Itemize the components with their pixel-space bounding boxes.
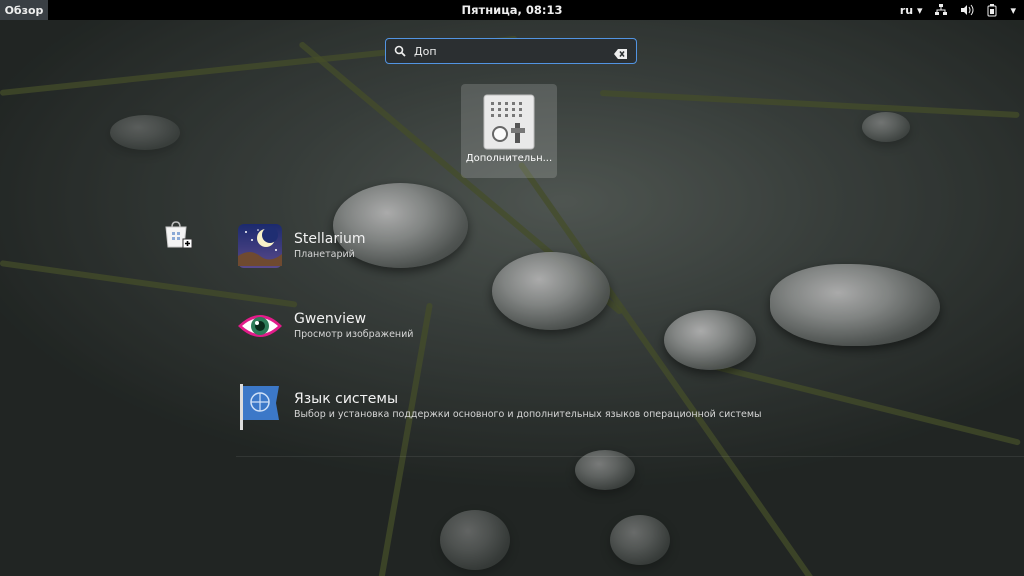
clear-icon[interactable] [614, 45, 628, 64]
result-title: Stellarium [294, 231, 366, 247]
battery-icon[interactable] [986, 3, 998, 17]
result-title: Язык системы [294, 391, 399, 407]
results-divider [236, 456, 1024, 457]
stellarium-icon [236, 222, 284, 270]
volume-icon[interactable] [960, 4, 974, 16]
search-box[interactable] [385, 38, 637, 64]
top-bar: Обзор Пятница, 08:13 ru ▾ ▾ [0, 0, 1024, 20]
settings-tweaks-icon [483, 94, 535, 150]
result-title: Gwenview [294, 311, 367, 327]
app-result-tile[interactable]: Дополнительн... [461, 84, 557, 178]
chevron-down-icon: ▾ [916, 3, 923, 17]
search-result-gwenview[interactable]: Gwenview Просмотр изображений [236, 302, 413, 350]
language-flag-icon [236, 382, 284, 430]
result-description: Выбор и установка поддержки основного и … [294, 409, 762, 420]
search-result-stellarium[interactable]: Stellarium Планетарий [236, 222, 366, 270]
search-icon [394, 42, 408, 61]
clock[interactable]: Пятница, 08:13 [0, 0, 1024, 20]
keyboard-layout-indicator[interactable]: ru ▾ [900, 4, 923, 17]
result-description: Планетарий [294, 249, 355, 260]
language-label: ru [899, 3, 914, 17]
search-input[interactable] [414, 44, 594, 58]
system-tray: ru ▾ ▾ [900, 0, 1016, 20]
network-icon[interactable] [934, 4, 948, 16]
software-center-icon[interactable] [163, 219, 193, 253]
search-result-language[interactable]: Язык системы Выбор и установка поддержки… [236, 382, 762, 430]
gwenview-icon [236, 302, 284, 350]
result-description: Просмотр изображений [294, 329, 414, 340]
system-menu-chevron-icon[interactable]: ▾ [1010, 4, 1016, 17]
app-result-label: Дополнительн... [465, 153, 553, 164]
